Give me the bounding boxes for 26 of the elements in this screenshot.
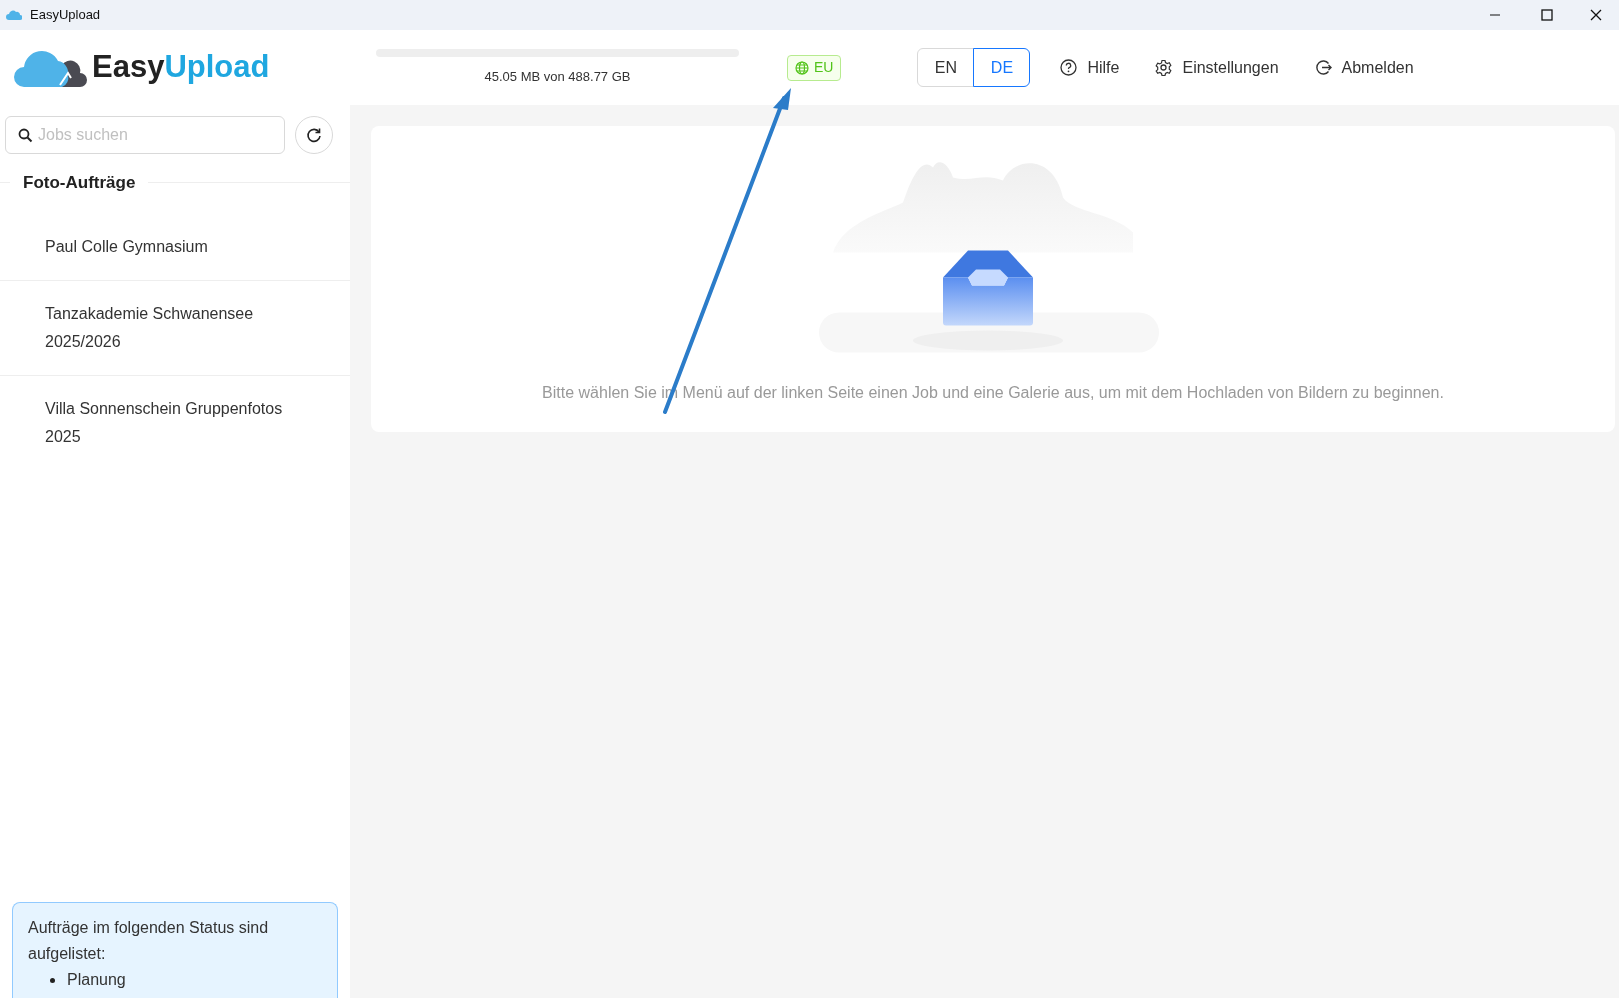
logout-icon [1314, 59, 1332, 76]
search-icon [18, 128, 33, 143]
help-icon [1060, 59, 1078, 76]
logout-link[interactable]: Abmelden [1314, 55, 1414, 80]
region-tag: EU [787, 54, 842, 81]
settings-icon [1155, 59, 1173, 76]
language-tab[interactable]: DE [973, 48, 1031, 87]
job-list-item[interactable]: Villa Sonnenschein Gruppenfotos 2025 [0, 375, 350, 470]
cloud-icon [6, 9, 22, 21]
bullet-icon [50, 977, 55, 983]
info-text: Aufträge im folgenden Status sind aufgelistet: [28, 918, 270, 964]
job-list-item[interactable]: Paul Colle Gymnasium [0, 213, 350, 281]
window-title: EasyUpload [30, 6, 101, 25]
globe-icon [795, 60, 809, 75]
app-logo-text: EasyUpload [92, 48, 270, 87]
language-tab[interactable]: EN [917, 48, 975, 87]
refresh-icon [306, 127, 322, 143]
help-link[interactable]: Hilfe [1060, 55, 1120, 80]
storage-usage-text: 45.05 MB von 488.77 GB [484, 67, 631, 86]
search-field[interactable]: Jobs suchen [5, 116, 285, 154]
settings-link[interactable]: Einstellungen [1155, 55, 1279, 80]
close-icon [1590, 9, 1602, 21]
job-list-item[interactable]: Tanzakademie Schwanensee 2025/2026 [0, 280, 350, 376]
maximize-icon [1541, 9, 1553, 21]
section-heading: Foto-Aufträge [23, 172, 136, 194]
status-label: Planung [67, 970, 126, 990]
